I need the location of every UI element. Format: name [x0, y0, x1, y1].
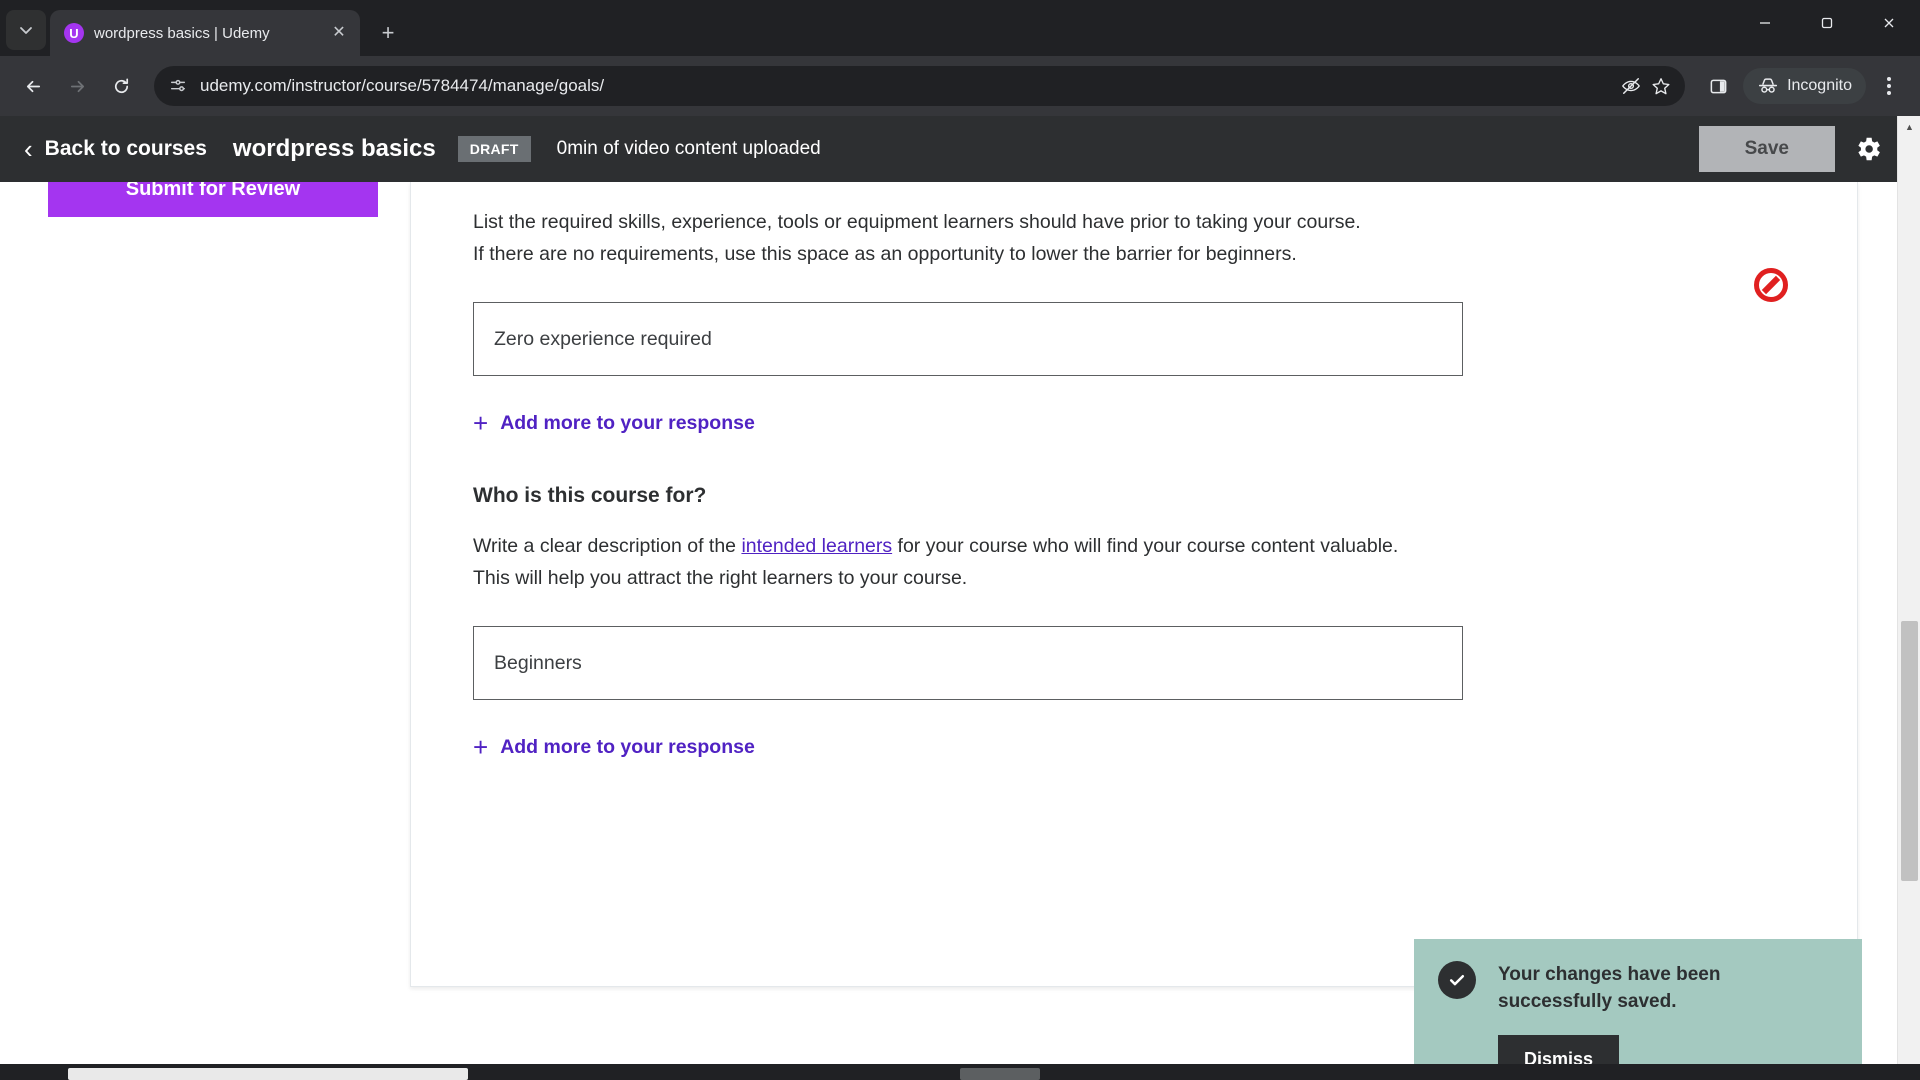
maximize-icon	[1821, 17, 1833, 29]
reload-button[interactable]	[102, 67, 140, 105]
star-icon[interactable]	[1651, 76, 1671, 96]
taskbar-strip	[0, 1064, 1920, 1080]
close-button[interactable]	[1858, 0, 1920, 46]
close-icon[interactable]: ✕	[328, 22, 350, 44]
chevron-down-icon	[20, 27, 32, 34]
audience-add-more-label: Add more to your response	[500, 735, 755, 758]
reload-icon	[114, 78, 128, 93]
browser-chrome: U wordpress basics | Udemy ✕ + udemy.com…	[0, 0, 1920, 116]
requirements-description: List the required skills, experience, to…	[473, 206, 1795, 270]
audience-input[interactable]: Beginners	[473, 626, 1463, 700]
browser-tab[interactable]: U wordpress basics | Udemy ✕	[50, 10, 360, 56]
audience-desc-suffix: for your course who will find your cours…	[892, 535, 1399, 557]
course-goals-card: List the required skills, experience, to…	[410, 182, 1858, 987]
no-entry-cursor-icon	[1754, 268, 1788, 302]
gear-icon	[1858, 137, 1880, 161]
audience-heading: Who is this course for?	[473, 484, 707, 507]
minimize-icon	[1760, 22, 1770, 24]
requirements-desc-line-2: If there are no requirements, use this s…	[473, 243, 1297, 265]
course-title: wordpress basics	[232, 135, 436, 162]
new-tab-button[interactable]: +	[370, 15, 406, 51]
back-button[interactable]	[14, 67, 52, 105]
site-settings-icon[interactable]	[168, 76, 188, 96]
audience-add-more-button[interactable]: + Add more to your response	[473, 734, 1795, 760]
browser-menu-button[interactable]	[1872, 69, 1906, 103]
taskbar-item-light[interactable]	[68, 1068, 468, 1080]
arrow-right-icon	[70, 80, 84, 92]
side-panel-icon	[1710, 79, 1726, 93]
incognito-indicator[interactable]: Incognito	[1743, 68, 1866, 104]
course-header: ‹ Back to courses wordpress basics DRAFT…	[0, 116, 1897, 182]
header-actions: Save	[1698, 126, 1885, 172]
requirements-desc-line-1: List the required skills, experience, to…	[473, 211, 1361, 233]
minimize-button[interactable]	[1734, 0, 1796, 46]
taskbar-item-dark[interactable]	[960, 1068, 1040, 1080]
video-upload-status: 0min of video content uploaded	[556, 138, 821, 159]
page-scrollbar[interactable]: ▲ ▼	[1897, 116, 1920, 1080]
window-controls	[1734, 0, 1920, 46]
requirements-input[interactable]: Zero experience required	[473, 302, 1463, 376]
omnibox-actions	[1621, 76, 1671, 96]
check-circle-icon	[1438, 961, 1476, 999]
plus-icon: +	[473, 732, 489, 762]
audience-description: Write a clear description of the intende…	[473, 530, 1795, 594]
intended-learners-link[interactable]: intended learners	[741, 535, 892, 557]
requirements-heading	[473, 182, 1795, 184]
arrow-left-icon	[26, 80, 40, 92]
scroll-up-arrow[interactable]: ▲	[1898, 116, 1920, 138]
three-dots-vertical-icon	[1887, 77, 1891, 81]
page-viewport: Submit for Review List the required skil…	[0, 116, 1920, 1080]
requirements-add-more-label: Add more to your response	[500, 411, 755, 434]
forward-button[interactable]	[58, 67, 96, 105]
requirements-add-more-button[interactable]: + Add more to your response	[473, 410, 1795, 436]
side-panel-button[interactable]	[1699, 67, 1737, 105]
tab-strip: U wordpress basics | Udemy ✕ +	[0, 0, 1920, 56]
eye-slash-icon[interactable]	[1621, 76, 1641, 96]
plus-icon: +	[473, 408, 489, 438]
incognito-label: Incognito	[1787, 77, 1852, 94]
back-to-courses-link[interactable]: Back to courses	[45, 137, 207, 161]
toast-body: Your changes have been successfully save…	[1498, 961, 1842, 1080]
save-success-toast: Your changes have been successfully save…	[1414, 939, 1862, 1080]
settings-gear-button[interactable]	[1851, 132, 1885, 166]
scrollbar-thumb[interactable]	[1901, 621, 1918, 881]
audience-desc-prefix: Write a clear description of the	[473, 535, 742, 557]
browser-toolbar: udemy.com/instructor/course/5784474/mana…	[0, 56, 1920, 116]
udemy-logo-icon: U	[64, 23, 84, 43]
address-bar[interactable]: udemy.com/instructor/course/5784474/mana…	[154, 66, 1686, 106]
status-badge: DRAFT	[457, 136, 531, 162]
close-icon	[1884, 18, 1894, 28]
toast-message: Your changes have been successfully save…	[1498, 964, 1721, 1012]
tab-search-button[interactable]	[6, 10, 46, 50]
audience-desc-line-1: Write a clear description of the intende…	[473, 530, 1795, 562]
tab-title: wordpress basics | Udemy	[94, 24, 270, 42]
url-text[interactable]: udemy.com/instructor/course/5784474/mana…	[200, 76, 604, 96]
incognito-hat-icon	[1758, 78, 1778, 93]
maximize-button[interactable]	[1796, 0, 1858, 46]
save-button[interactable]: Save	[1698, 126, 1835, 172]
chevron-left-icon[interactable]: ‹	[24, 136, 33, 162]
audience-desc-line-2: This will help you attract the right lea…	[473, 567, 968, 589]
